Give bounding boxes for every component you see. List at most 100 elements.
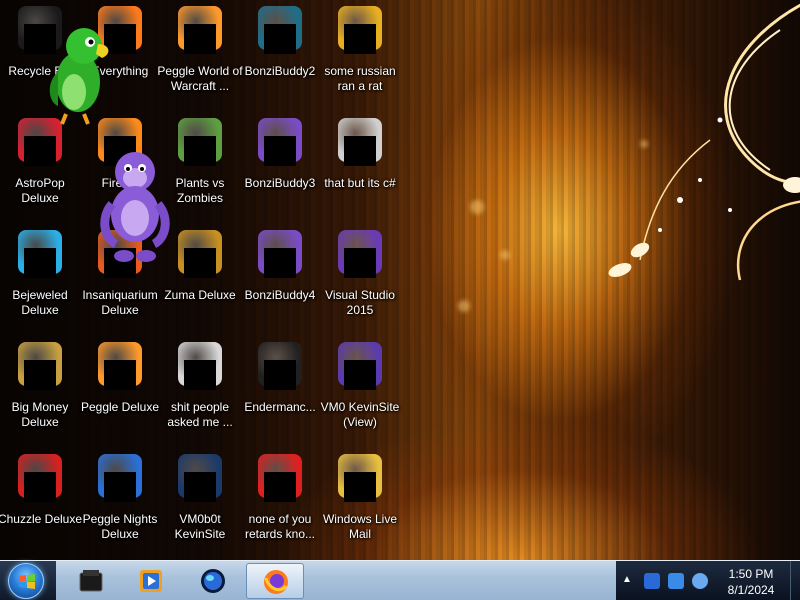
mail-icon [338,454,382,502]
desktop-icon-label: Peggle Deluxe [80,400,160,414]
desktop-icon[interactable]: Windows Live Mail [317,448,403,556]
desktop-icon[interactable]: Peggle Nights Deluxe [77,448,163,556]
taskbar-explorer-button[interactable] [62,563,120,599]
desktop-icon-label: Insaniquarium Deluxe [82,288,158,317]
taskbar-globe-button[interactable] [184,563,242,599]
redaction-box [104,360,136,390]
taskbar-firefox-button[interactable] [246,563,304,599]
plants-vs-zombies-icon [178,118,222,166]
visual-studio-icon [338,230,382,278]
redaction-box [264,24,296,54]
redaction-box [344,24,376,54]
desktop-icon-label: Chuzzle Deluxe [0,512,83,526]
desktop-icon[interactable]: Peggle World of Warcraft ... [157,0,243,108]
copy-files-icon [338,118,382,166]
network-icon[interactable] [644,573,660,589]
desktop-icon[interactable]: shit people asked me ... [157,336,243,444]
bonzibuddy-icon [258,230,302,278]
peggle-icon [98,342,142,390]
desktop-icon-label: VM0b0t KevinSite [174,512,226,541]
redaction-box [24,472,56,502]
display-icon[interactable] [668,573,684,589]
desktop-icon[interactable]: Big Money Deluxe [0,336,83,444]
redaction-box [264,136,296,166]
bonzi-gorilla-character-icon[interactable] [100,148,170,264]
desktop-icon[interactable]: AstroPop Deluxe [0,112,83,220]
desktop-icon-label: none of you retards kno... [244,512,316,541]
redaction-box [344,248,376,278]
desktop-icon-label: Bejeweled Deluxe [12,288,68,317]
clock-time: 1:50 PM [728,567,774,581]
redaction-box [24,248,56,278]
desktop-icon[interactable]: BonziBuddy2 [237,0,323,108]
show-hidden-icons-button[interactable]: ▲ [622,574,632,585]
redaction-box [264,248,296,278]
media-player-icon [140,570,162,592]
desktop-icon-label: Visual Studio 2015 [325,288,395,317]
desktop-icon-label: Windows Live Mail [322,512,398,541]
taskbar-media-player-button[interactable] [122,563,180,599]
bejeweled-icon [18,230,62,278]
document-icon [338,6,382,54]
taskbar: ▲ 1:50 PM 8/1/2024 [0,560,800,600]
windows-logo-icon [19,574,35,589]
desktop-icon-label: Big Money Deluxe [11,400,69,429]
desktop-icon[interactable]: Endermanc... [237,336,323,444]
redaction-box [184,24,216,54]
desktop-icon[interactable]: Peggle Deluxe [77,336,163,444]
file-explorer-icon [79,570,103,592]
desktop-icon[interactable]: VM0 KevinSite (View) [317,336,403,444]
start-button[interactable] [8,563,44,599]
redaction-box [104,472,136,502]
show-desktop-button[interactable] [790,561,800,600]
desktop-icon[interactable]: BonziBuddy4 [237,224,323,332]
desktop-icon[interactable]: that but its c# [317,112,403,220]
redaction-box [24,136,56,166]
wallpaper-swirl [608,3,800,281]
desktop-icon-label: Endermanc... [244,400,316,414]
desktop-icon-label: Peggle Nights Deluxe [82,512,158,541]
desktop-icon-label: AstroPop Deluxe [15,176,65,205]
bonzibuddy-icon [258,118,302,166]
desktop-icon[interactable]: Chuzzle Deluxe [0,448,83,556]
desktop-icon[interactable]: BonziBuddy3 [237,112,323,220]
redaction-box [264,360,296,390]
wallpaper-bokeh [500,250,510,260]
parrot-character-icon[interactable] [44,22,118,126]
desktop-icon-label: BonziBuddy3 [244,176,316,190]
globe-icon [201,569,225,593]
vm-window-icon [178,454,222,502]
wallpaper-bokeh [458,300,470,312]
redaction-box [264,472,296,502]
desktop-icon-label: BonziBuddy4 [244,288,316,302]
redaction-box [24,360,56,390]
wallpaper-bokeh [470,200,484,214]
desktop-icon-label: Peggle World of Warcraft ... [157,64,243,93]
peggle-nights-icon [98,454,142,502]
peggle-wow-icon [178,6,222,54]
desktop-icon-label: Zuma Deluxe [164,288,236,302]
volume-icon[interactable] [692,573,708,589]
desktop-icon[interactable]: Visual Studio 2015 [317,224,403,332]
clock[interactable]: 1:50 PM 8/1/2024 [716,566,786,598]
firefox-icon [264,570,288,594]
redaction-box [344,472,376,502]
console-icon [258,342,302,390]
redaction-box [184,472,216,502]
redaction-box [184,136,216,166]
zuma-icon [178,230,222,278]
desktop-icon[interactable]: none of you retards kno... [237,448,323,556]
desktop[interactable]: Recycle Bin Everything Peggle World of War… [0,0,800,560]
chuzzle-icon [18,454,62,502]
desktop-icon[interactable]: Bejeweled Deluxe [0,224,83,332]
desktop-icon[interactable]: some russian ran a rat [317,0,403,108]
desktop-icon-label: that but its c# [324,176,396,190]
folder-icon [178,342,222,390]
desktop-icon-label: shit people asked me ... [167,400,233,429]
vm-icon [338,342,382,390]
clock-date: 8/1/2024 [727,583,775,597]
desktop-icon-label: BonziBuddy2 [244,64,316,78]
bonzibuddy-icon [258,6,302,54]
redaction-box [344,360,376,390]
desktop-icon[interactable]: VM0b0t KevinSite [157,448,243,556]
